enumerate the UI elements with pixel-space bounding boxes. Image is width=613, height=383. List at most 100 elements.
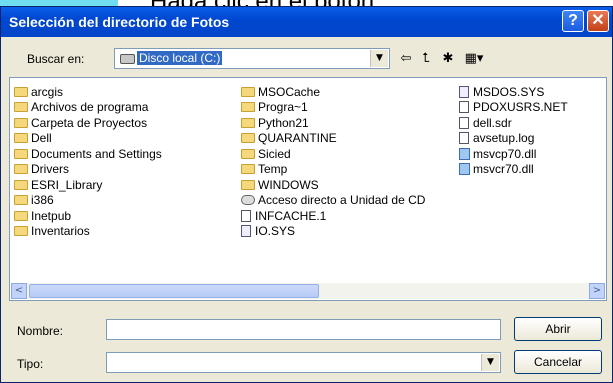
- list-item[interactable]: Temp: [241, 162, 425, 178]
- select-folder-dialog: Selección del directorio de Fotos ? ✕ Bu…: [0, 6, 613, 383]
- folder-icon: [241, 117, 255, 128]
- list-item-label: Documents and Settings: [31, 146, 162, 161]
- list-item[interactable]: MSOCache: [241, 84, 425, 100]
- list-item-label: Sicied: [258, 146, 291, 161]
- view-menu-icon[interactable]: ▦▾: [461, 51, 487, 67]
- list-item[interactable]: dell.sdr: [459, 115, 568, 131]
- list-item[interactable]: Dell: [14, 131, 162, 147]
- list-item-label: PDOXUSRS.NET: [473, 100, 568, 115]
- list-item-label: QUARANTINE: [258, 131, 337, 146]
- list-item-label: Temp: [258, 162, 288, 177]
- cancel-button[interactable]: Cancelar: [514, 350, 602, 374]
- new-folder-icon[interactable]: ✱: [439, 51, 457, 67]
- open-button[interactable]: Abrir: [514, 317, 602, 341]
- list-item-label: INFCACHE.1: [255, 208, 327, 223]
- file-icon: [241, 209, 251, 222]
- list-item[interactable]: Archivos de programa: [14, 100, 162, 116]
- folder-icon: [241, 179, 255, 190]
- look-in-label: Buscar en:: [27, 52, 85, 66]
- list-item[interactable]: msvcr70.dll: [459, 162, 568, 178]
- up-folder-icon[interactable]: ⮤: [417, 51, 435, 67]
- list-item-label: ESRI_Library: [31, 177, 103, 192]
- look-in-combo[interactable]: Disco local (C:) ▼: [114, 48, 390, 69]
- list-item[interactable]: INFCACHE.1: [241, 208, 425, 224]
- system-file-icon: [459, 85, 469, 98]
- folder-icon: [14, 86, 28, 97]
- list-item[interactable]: avsetup.log: [459, 131, 568, 147]
- help-button[interactable]: ?: [562, 10, 584, 32]
- shortcut-icon: [241, 195, 255, 206]
- chevron-down-icon[interactable]: ▼: [481, 354, 499, 371]
- list-item-label: WINDOWS: [258, 177, 319, 192]
- list-item[interactable]: MSDOS.SYS: [459, 84, 568, 100]
- horizontal-scrollbar[interactable]: < >: [11, 283, 605, 299]
- file-column-2: MSOCache Progra~1 Python21 QUARANTINE Sicied…: [241, 84, 425, 239]
- folder-icon: [14, 210, 28, 221]
- look-in-value: Disco local (C:): [137, 51, 223, 65]
- list-item[interactable]: PDOXUSRS.NET: [459, 100, 568, 116]
- chevron-left-icon: <: [14, 285, 24, 296]
- list-item[interactable]: Python21: [241, 115, 425, 131]
- list-item-label: Archivos de programa: [31, 100, 149, 115]
- list-item[interactable]: Documents and Settings: [14, 146, 162, 162]
- folder-icon: [241, 133, 255, 144]
- folder-icon: [14, 164, 28, 175]
- list-item-label: msvcp70.dll: [473, 146, 537, 161]
- drive-icon: [120, 54, 135, 64]
- list-item[interactable]: QUARANTINE: [241, 131, 425, 147]
- list-item-label: MSOCache: [258, 84, 321, 99]
- list-item[interactable]: Inetpub: [14, 208, 162, 224]
- list-item-label: Dell: [31, 131, 52, 146]
- list-item[interactable]: IO.SYS: [241, 224, 425, 240]
- folder-icon: [14, 179, 28, 190]
- list-item-label: MSDOS.SYS: [473, 84, 545, 99]
- folder-icon: [14, 117, 28, 128]
- folder-icon: [14, 195, 28, 206]
- list-item-label: Python21: [258, 115, 309, 130]
- list-item[interactable]: Sicied: [241, 146, 425, 162]
- list-item-label: Progra~1: [258, 100, 308, 115]
- scroll-right-button[interactable]: >: [589, 283, 605, 299]
- list-item[interactable]: ESRI_Library: [14, 177, 162, 193]
- list-item[interactable]: Drivers: [14, 162, 162, 178]
- folder-icon: [241, 86, 255, 97]
- list-item-label: IO.SYS: [255, 224, 296, 239]
- scroll-thumb[interactable]: [29, 284, 319, 298]
- list-item[interactable]: WINDOWS: [241, 177, 425, 193]
- dialog-title: Selección del directorio de Fotos: [9, 14, 230, 30]
- list-item[interactable]: Progra~1: [241, 100, 425, 116]
- list-item-label: arcgis: [31, 84, 64, 99]
- list-item[interactable]: Inventarios: [14, 224, 162, 240]
- file-icon: [459, 132, 469, 145]
- file-list[interactable]: arcgis Archivos de programa Carpeta de Pro…: [9, 77, 607, 301]
- list-item[interactable]: i386: [14, 193, 162, 209]
- scroll-left-button[interactable]: <: [11, 283, 27, 299]
- list-item-label: Acceso directo a Unidad de CD: [258, 193, 426, 208]
- folder-icon: [14, 102, 28, 113]
- file-column-1: arcgis Archivos de programa Carpeta de Pro…: [14, 84, 162, 239]
- list-item-label: i386: [31, 193, 54, 208]
- folder-icon: [14, 133, 28, 144]
- file-column-3: MSDOS.SYS PDOXUSRS.NET dell.sdr avsetup.log…: [459, 84, 568, 177]
- folder-icon: [241, 102, 255, 113]
- folder-icon: [14, 148, 28, 159]
- chevron-down-icon[interactable]: ▼: [370, 50, 388, 67]
- list-item[interactable]: Acceso directo a Unidad de CD: [241, 193, 425, 209]
- dll-icon: [459, 163, 470, 176]
- list-item-label: dell.sdr: [473, 115, 512, 130]
- list-item[interactable]: msvcp70.dll: [459, 146, 568, 162]
- chevron-right-icon: >: [592, 285, 602, 296]
- name-field[interactable]: [106, 319, 501, 340]
- folder-icon: [14, 226, 28, 237]
- dll-icon: [459, 147, 470, 160]
- title-bar[interactable]: Selección del directorio de Fotos ? ✕: [1, 7, 612, 37]
- name-label: Nombre:: [17, 324, 64, 338]
- list-item-label: Inventarios: [31, 224, 90, 239]
- list-item-label: msvcr70.dll: [473, 162, 534, 177]
- list-item[interactable]: Carpeta de Proyectos: [14, 115, 162, 131]
- list-item[interactable]: arcgis: [14, 84, 162, 100]
- back-icon[interactable]: ⇦: [397, 51, 415, 67]
- list-item-label: avsetup.log: [473, 131, 535, 146]
- close-button[interactable]: ✕: [587, 10, 609, 32]
- type-combo[interactable]: ▼: [106, 352, 501, 373]
